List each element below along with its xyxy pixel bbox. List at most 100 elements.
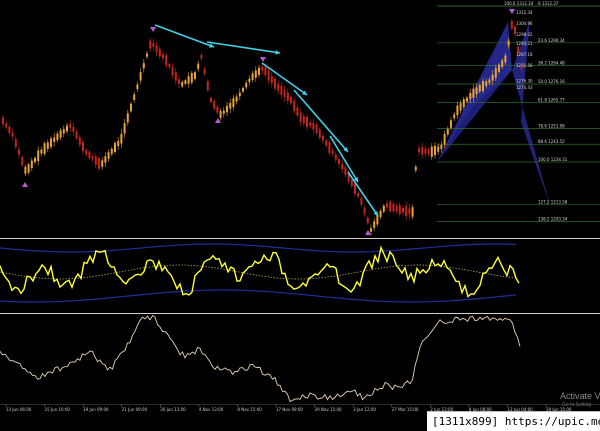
candle-body [46, 142, 49, 149]
candle-body [280, 85, 283, 96]
candle-body [181, 82, 184, 87]
candle-body [222, 110, 225, 114]
candle-body [37, 150, 40, 161]
candle-body [478, 85, 481, 92]
trading-chart[interactable]: 100.0 1312.34 0 1312.37 23.6 1296.34 38.2 1… [0, 0, 600, 431]
candle-body [21, 157, 24, 166]
fib-level-label: 23.6 1296.34 [538, 38, 565, 43]
candle-body [485, 81, 488, 87]
candle-body [213, 100, 216, 109]
candle-body [302, 116, 305, 124]
fib-level-label: 138.2 1203.34 [538, 217, 568, 222]
candle-body [312, 122, 315, 130]
candle-body [498, 64, 500, 72]
candle-body [114, 143, 116, 152]
candle-body [338, 159, 340, 165]
candle-body [155, 45, 158, 53]
candle-body [149, 40, 152, 49]
candle-body [363, 207, 366, 214]
candle-body [8, 126, 11, 134]
candle-body [53, 137, 56, 142]
candle-body [94, 156, 97, 165]
candle-body [146, 53, 148, 57]
candle-body [197, 63, 200, 69]
fib-inner-label: 1276.30 [516, 79, 533, 84]
candle-body [168, 64, 171, 68]
candle-body [334, 154, 337, 160]
candle-body [245, 82, 248, 88]
candle-body [62, 129, 65, 134]
candle-body [437, 146, 440, 152]
candle-body [424, 148, 427, 154]
candle-body [456, 105, 459, 116]
image-caption: [1311x899] https://upic.me/ [427, 411, 600, 431]
candle-body [187, 76, 190, 84]
candle-body [440, 145, 443, 150]
candle-body [414, 166, 417, 171]
candle-body [325, 140, 328, 146]
candle-body [514, 26, 516, 35]
candle-body [136, 84, 139, 90]
candle-body [206, 80, 209, 91]
candle-body [277, 83, 280, 91]
candle-body [158, 48, 161, 57]
candle-body [318, 129, 321, 138]
candle-body [59, 130, 62, 138]
candle-body [210, 97, 212, 103]
candle-body [229, 102, 232, 109]
candle-body [242, 87, 244, 92]
candle-body [296, 107, 299, 116]
candle-body [270, 76, 273, 83]
fib-inner-label: 1312.34 [516, 10, 533, 15]
fib-level-label: 78.6 1251.08 [538, 124, 565, 129]
candle-body [309, 122, 312, 126]
fib-level-label: 100.0 1234.31 [538, 157, 568, 162]
time-label: 27 Mar 15:00 [392, 407, 419, 412]
candle-body [306, 116, 308, 128]
candle-body [219, 110, 222, 118]
candle-body [184, 80, 187, 84]
candle-body [248, 78, 251, 82]
fib-inner-label: 1281.56 [516, 63, 533, 68]
candle-body [453, 114, 456, 119]
candle-body [104, 156, 107, 163]
candle-body [507, 40, 510, 46]
candle-body [5, 123, 8, 128]
candle-body [18, 149, 20, 155]
fib-inner-label: 1293.21 [516, 41, 533, 46]
fib-level-label: 61.8 1265.77 [538, 97, 565, 102]
candle-body [2, 117, 4, 125]
candle-body [88, 151, 91, 159]
candle-body [402, 207, 404, 213]
candle-body [274, 78, 276, 89]
candle-body [130, 103, 132, 112]
candle-body [357, 192, 360, 197]
candle-body [517, 46, 520, 54]
candle-body [165, 55, 168, 66]
candle-body [126, 113, 129, 123]
time-label: 19 Jun 09:00 [83, 407, 109, 412]
fib-level-label: 0 1312.37 [538, 1, 559, 6]
activation-watermark-title: Activate V [560, 391, 600, 401]
activation-watermark-subtitle: Go to Setting [562, 402, 591, 408]
candle-body [43, 143, 46, 154]
candle-body [152, 43, 155, 47]
candle-body [504, 55, 507, 63]
candle-body [133, 94, 136, 100]
candle-body [142, 63, 145, 69]
candle-body [174, 72, 177, 81]
candle-body [382, 205, 385, 212]
candle-body [389, 201, 392, 212]
candle-body [235, 96, 238, 102]
candle-body [446, 128, 449, 135]
candle-body [344, 167, 347, 176]
fib-level-label: 100.0 1312.34 [504, 1, 534, 6]
time-label: 4 Nov 13:00 [199, 407, 224, 412]
candle-body [469, 92, 472, 99]
candle-body [283, 89, 286, 98]
candle-body [123, 123, 126, 134]
fib-level-label: 50.0 1276.16 [538, 79, 565, 84]
candle-body [261, 66, 264, 71]
candle-body [232, 98, 235, 107]
candle-body [27, 164, 30, 173]
